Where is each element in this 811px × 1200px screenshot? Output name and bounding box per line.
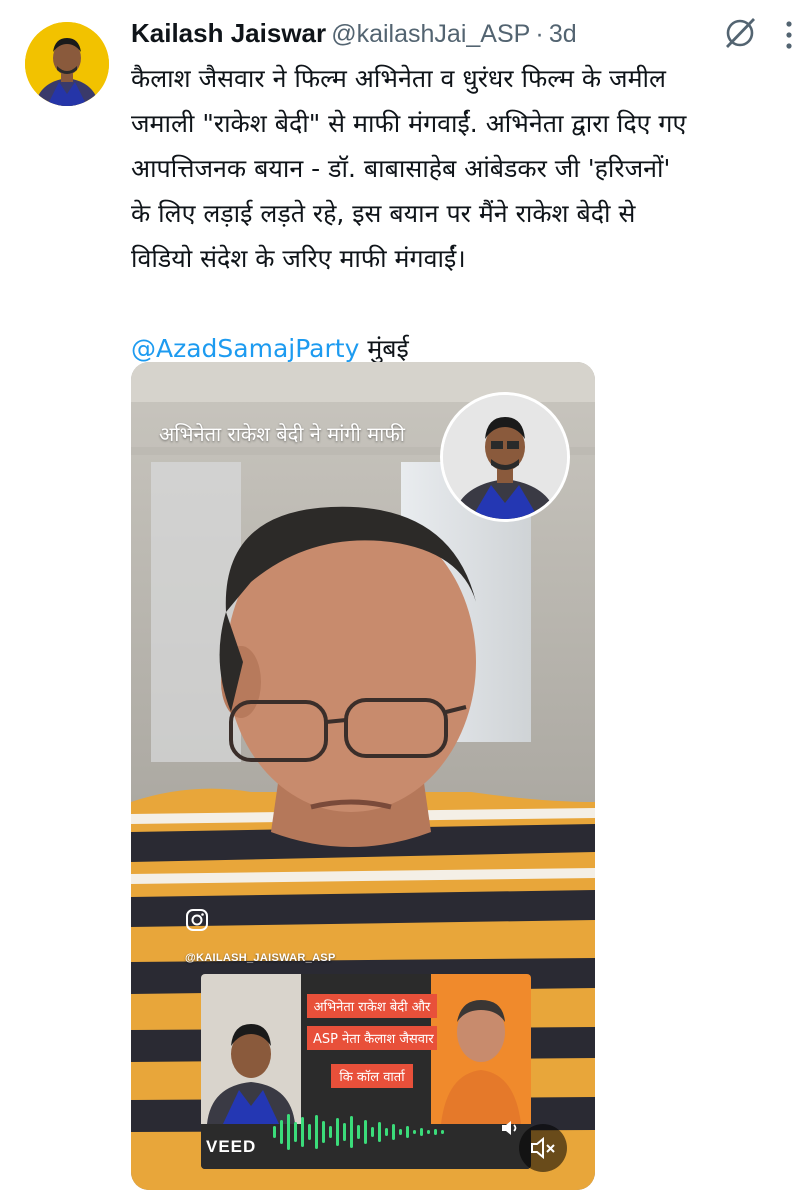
video-overlay-title: अभिनेता राकेश बेदी ने मांगी माफी xyxy=(159,422,405,446)
grok-icon[interactable] xyxy=(721,14,759,52)
mute-button[interactable] xyxy=(519,1124,567,1172)
tweet-time[interactable]: 3d xyxy=(549,20,577,48)
instagram-handle: @KAILASH_JAISWAR_ASP xyxy=(185,952,336,964)
more-vertical-icon[interactable] xyxy=(785,20,793,50)
video-player[interactable]: अभिनेता राकेश बेदी ने मांगी माफी @KAILAS… xyxy=(131,362,595,1190)
tweet-line: कैलाश जैसवार ने फिल्म अभिनेता व धुरंधर फ… xyxy=(131,64,666,93)
tweet-line: आपत्तिजनक बयान - डॉ. बाबासाहेब आंबेडकर ज… xyxy=(131,154,671,183)
tweet-header: Kailash Jaiswar @kailashJai_ASP · 3d xyxy=(131,18,791,58)
audio-waveform xyxy=(273,1114,444,1150)
mention-link[interactable]: @AzadSamajParty xyxy=(131,334,359,363)
tweet-line: के लिए लड़ाई लड़ते रहे, इस बयान पर मैंने… xyxy=(131,199,636,228)
volume-icon xyxy=(499,1117,521,1139)
tweet-line: जमाली "राकेश बेदी" से माफी मंगवाईं. अभिन… xyxy=(131,109,687,138)
header-separator: · xyxy=(535,20,544,48)
pip-avatar xyxy=(440,392,570,522)
tweet-line: विडियो संदेश के जरिए माफी मंगवाईं। xyxy=(131,244,466,273)
card-line: अभिनेता राकेश बेदी और xyxy=(307,994,437,1018)
author-avatar[interactable] xyxy=(25,22,109,106)
card-line: ASP नेता कैलाश जैसवार xyxy=(307,1026,437,1050)
mute-icon xyxy=(531,1136,555,1160)
card-line: कि कॉल वार्ता xyxy=(331,1064,413,1088)
author-name[interactable]: Kailash Jaiswar xyxy=(131,18,326,48)
tweet-text: कैलाश जैसवार ने फिल्म अभिनेता व धुरंधर फ… xyxy=(131,56,801,371)
veed-watermark: VEED xyxy=(206,1137,257,1156)
location-text: मुंबई xyxy=(367,334,409,363)
author-handle[interactable]: @kailashJai_ASP xyxy=(331,20,530,48)
instagram-icon xyxy=(185,908,209,932)
